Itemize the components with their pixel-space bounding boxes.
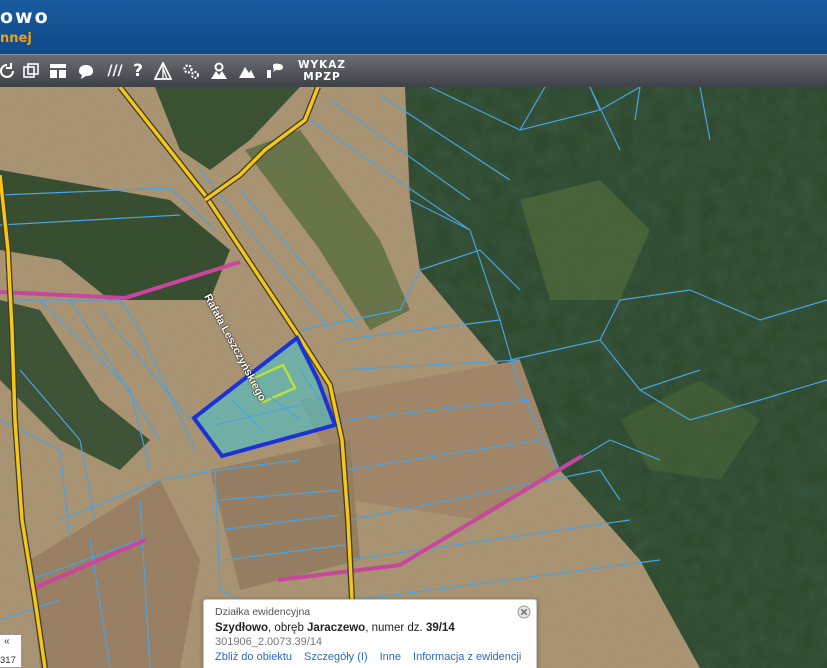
measure-tent-icon[interactable] bbox=[152, 60, 174, 82]
app-subtitle: nnej bbox=[0, 31, 32, 46]
other-link[interactable]: Inne bbox=[380, 651, 401, 663]
zoom-to-object-link[interactable]: Zbliż do obiektu bbox=[215, 651, 292, 663]
mountain-icon[interactable] bbox=[236, 60, 258, 82]
hatch-lines-icon[interactable]: /// bbox=[104, 60, 126, 82]
speech-cloud-icon[interactable] bbox=[75, 60, 97, 82]
app-header: owo nnej bbox=[0, 0, 827, 54]
scale-panel[interactable]: « 317 bbox=[0, 634, 22, 668]
close-icon[interactable] bbox=[517, 605, 531, 619]
terrain-profile-icon[interactable] bbox=[208, 60, 230, 82]
map-toolbar: /// ? WYKAZ MPZP bbox=[0, 54, 827, 87]
parcel-info-popup: Działka ewidencyjna Szydłowo, obręb Jara… bbox=[203, 599, 537, 668]
popup-parcel-id: 301906_2.0073.39/14 bbox=[215, 636, 323, 648]
popup-numer: 39/14 bbox=[425, 622, 455, 634]
collapse-chevron-icon[interactable]: « bbox=[4, 636, 10, 647]
settings-gears-icon[interactable] bbox=[180, 60, 202, 82]
copy-window-icon[interactable] bbox=[20, 60, 42, 82]
popup-obreb-text: , obręb bbox=[268, 622, 308, 634]
popup-parcel-description: Szydłowo, obręb Jaraczewo, numer dz. 39/… bbox=[215, 622, 525, 634]
registry-info-link[interactable]: Informacja z ewidencji bbox=[413, 651, 521, 663]
info-chat-icon[interactable] bbox=[264, 60, 286, 82]
details-link[interactable]: Szczegóły (I) bbox=[304, 651, 368, 663]
orthophoto-map bbox=[0, 87, 827, 668]
popup-links: Zbliż do obiektu Szczegóły (I) Inne Informa… bbox=[215, 651, 525, 663]
help-icon[interactable]: ? bbox=[127, 60, 149, 82]
refresh-icon[interactable] bbox=[0, 60, 18, 82]
popup-place: Szydłowo bbox=[215, 622, 269, 634]
popup-obreb: Jaraczewo bbox=[307, 622, 366, 634]
map-view[interactable]: Rafała Leszczyńskiego bbox=[0, 87, 827, 668]
wykaz-mpzp-button[interactable]: WYKAZ MPZP bbox=[294, 59, 350, 85]
layout-grid-icon[interactable] bbox=[47, 60, 69, 82]
popup-title: Działka ewidencyjna bbox=[215, 606, 311, 618]
scale-value: 317 bbox=[0, 655, 16, 666]
app-title: owo bbox=[0, 6, 50, 28]
popup-numer-text: , numer dz. bbox=[365, 622, 426, 634]
